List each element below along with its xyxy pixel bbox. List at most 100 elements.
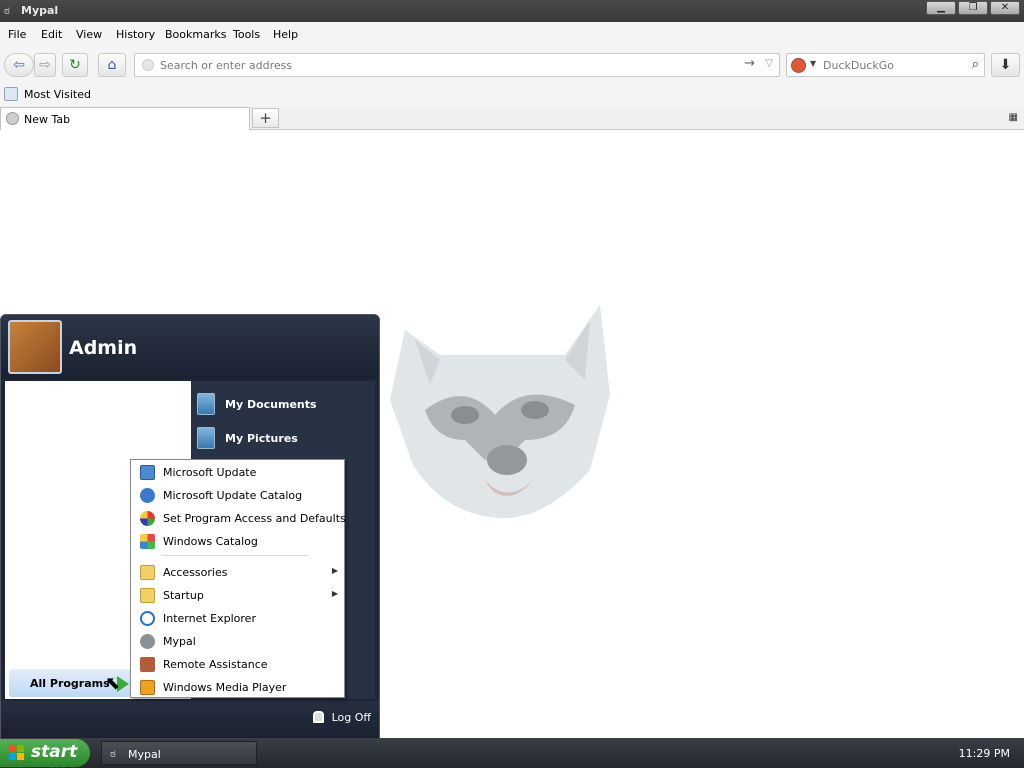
program-accessories[interactable]: Accessories ▶ — [133, 561, 342, 583]
program-label: Internet Explorer — [163, 612, 256, 625]
tab-globe-icon — [6, 112, 19, 125]
all-programs-label: All Programs — [30, 677, 110, 690]
lock-icon — [312, 711, 324, 723]
duckduckgo-icon[interactable] — [791, 58, 806, 73]
submenu-arrow-icon: ▶ — [331, 589, 338, 598]
program-label: Windows Catalog — [163, 535, 258, 548]
remote-assistance-icon — [140, 657, 155, 672]
program-mypal[interactable]: Mypal — [133, 630, 342, 652]
windows-flag-icon — [9, 745, 24, 760]
plus-icon: + — [259, 109, 272, 127]
home-icon: ⌂ — [107, 57, 117, 73]
program-startup[interactable]: Startup ▶ — [133, 584, 342, 606]
program-label: Mypal — [163, 635, 196, 648]
identity-icon — [142, 59, 154, 71]
search-icon[interactable]: ⌕ — [972, 57, 979, 72]
window-title: Mypal — [21, 4, 59, 17]
search-placeholder: DuckDuckGo — [823, 59, 894, 72]
menu-tools[interactable]: Tools — [233, 28, 260, 41]
taskbar: start ಠ Mypal 11:29 PM — [0, 738, 1024, 768]
program-microsoft-update-catalog[interactable]: Microsoft Update Catalog — [133, 484, 342, 506]
menu-history[interactable]: History — [116, 28, 155, 41]
reload-icon: ↻ — [69, 57, 81, 73]
tab-label: New Tab — [24, 113, 71, 126]
windows-catalog-icon — [140, 534, 155, 549]
close-button[interactable]: ✕ — [990, 1, 1020, 15]
log-off-label: Log Off — [331, 711, 371, 724]
forward-arrow-icon: ⇨ — [39, 57, 51, 73]
folder-icon — [140, 565, 155, 580]
bookmark-folder-icon — [4, 87, 18, 101]
mypal-icon — [140, 634, 155, 649]
program-set-program-access[interactable]: Set Program Access and Defaults — [133, 507, 346, 529]
menu-separator — [161, 555, 309, 556]
program-windows-catalog[interactable]: Windows Catalog — [133, 530, 342, 552]
windows-update-icon — [140, 465, 155, 480]
home-button[interactable]: ⌂ — [98, 53, 126, 77]
program-label: Startup — [163, 589, 204, 602]
bookmark-most-visited[interactable]: Most Visited — [24, 88, 91, 101]
go-arrow-icon[interactable]: → — [744, 56, 755, 71]
forward-button[interactable]: ⇨ — [34, 53, 56, 77]
user-name: Admin — [69, 337, 138, 359]
window-titlebar[interactable]: ಠ Mypal ▁ ❐ ✕ — [0, 0, 1024, 22]
menu-help[interactable]: Help — [273, 28, 298, 41]
downloads-button[interactable]: ⬇ — [991, 53, 1020, 77]
program-label: Set Program Access and Defaults — [163, 512, 346, 525]
back-button[interactable]: ⇦ — [4, 53, 34, 77]
new-tab-button[interactable]: + — [252, 108, 279, 128]
maximize-button[interactable]: ❐ — [958, 1, 988, 15]
minimize-button[interactable]: ▁ — [926, 1, 956, 15]
tab-grid-icon[interactable]: ▦ — [1009, 112, 1018, 123]
engine-dropdown-icon[interactable]: ▼ — [810, 59, 816, 68]
program-label: Microsoft Update Catalog — [163, 489, 303, 502]
user-avatar[interactable] — [8, 320, 62, 374]
folder-icon — [140, 588, 155, 603]
start-label: start — [31, 742, 78, 762]
program-microsoft-update[interactable]: Microsoft Update — [133, 461, 342, 483]
internet-explorer-icon — [140, 611, 155, 626]
my-documents-label: My Documents — [225, 398, 317, 411]
my-pictures-label: My Pictures — [225, 432, 298, 445]
program-access-icon — [140, 511, 155, 526]
menu-edit[interactable]: Edit — [41, 28, 62, 41]
mypal-logo-icon: ಠ — [4, 4, 10, 17]
address-placeholder: Search or enter address — [160, 59, 293, 72]
my-pictures-icon — [197, 427, 215, 449]
history-dropdown-icon[interactable]: ▽ — [765, 58, 773, 69]
tab-strip: New Tab + ▦ — [0, 106, 1024, 130]
menu-bar: File Edit View History Bookmarks Tools H… — [0, 22, 1024, 46]
taskbar-item-mypal[interactable]: ಠ Mypal — [101, 741, 257, 765]
program-label: Microsoft Update — [163, 466, 257, 479]
mypal-icon: ಠ — [110, 747, 116, 760]
address-bar[interactable]: Search or enter address → ▽ — [134, 53, 780, 77]
taskbar-item-label: Mypal — [128, 748, 161, 761]
program-label: Remote Assistance — [163, 658, 268, 671]
globe-icon — [140, 488, 155, 503]
back-arrow-icon: ⇦ — [13, 57, 25, 73]
system-clock[interactable]: 11:29 PM — [959, 747, 1010, 760]
mouse-cursor-icon: ⬉ — [105, 673, 121, 694]
tab-new-tab[interactable]: New Tab — [0, 107, 250, 130]
my-documents-icon — [197, 393, 215, 415]
menu-file[interactable]: File — [8, 28, 26, 41]
window-controls: ▁ ❐ ✕ — [926, 1, 1020, 15]
program-windows-media-player[interactable]: Windows Media Player — [133, 676, 342, 698]
start-menu-header: Admin — [1, 315, 379, 379]
navigation-toolbar: ⇦ ⇨ ↻ ⌂ Search or enter address → ▽ ▼ Du… — [0, 46, 1024, 84]
media-player-icon — [140, 680, 155, 695]
raccoon-logo-icon — [390, 305, 610, 519]
start-menu-footer: Log Off — [1, 701, 379, 738]
menu-bookmarks[interactable]: Bookmarks — [165, 28, 226, 41]
download-arrow-icon: ⬇ — [999, 57, 1012, 73]
search-bar[interactable]: ▼ DuckDuckGo ⌕ — [786, 53, 985, 77]
program-remote-assistance[interactable]: Remote Assistance — [133, 653, 342, 675]
program-internet-explorer[interactable]: Internet Explorer — [133, 607, 342, 629]
reload-button[interactable]: ↻ — [62, 53, 88, 77]
bookmarks-toolbar: Most Visited — [0, 84, 1024, 106]
program-label: Accessories — [163, 566, 228, 579]
log-off-button[interactable]: Log Off — [312, 711, 371, 724]
all-programs-menu: Microsoft Update Microsoft Update Catalo… — [130, 459, 346, 698]
menu-view[interactable]: View — [76, 28, 102, 41]
start-button[interactable]: start — [0, 739, 90, 767]
